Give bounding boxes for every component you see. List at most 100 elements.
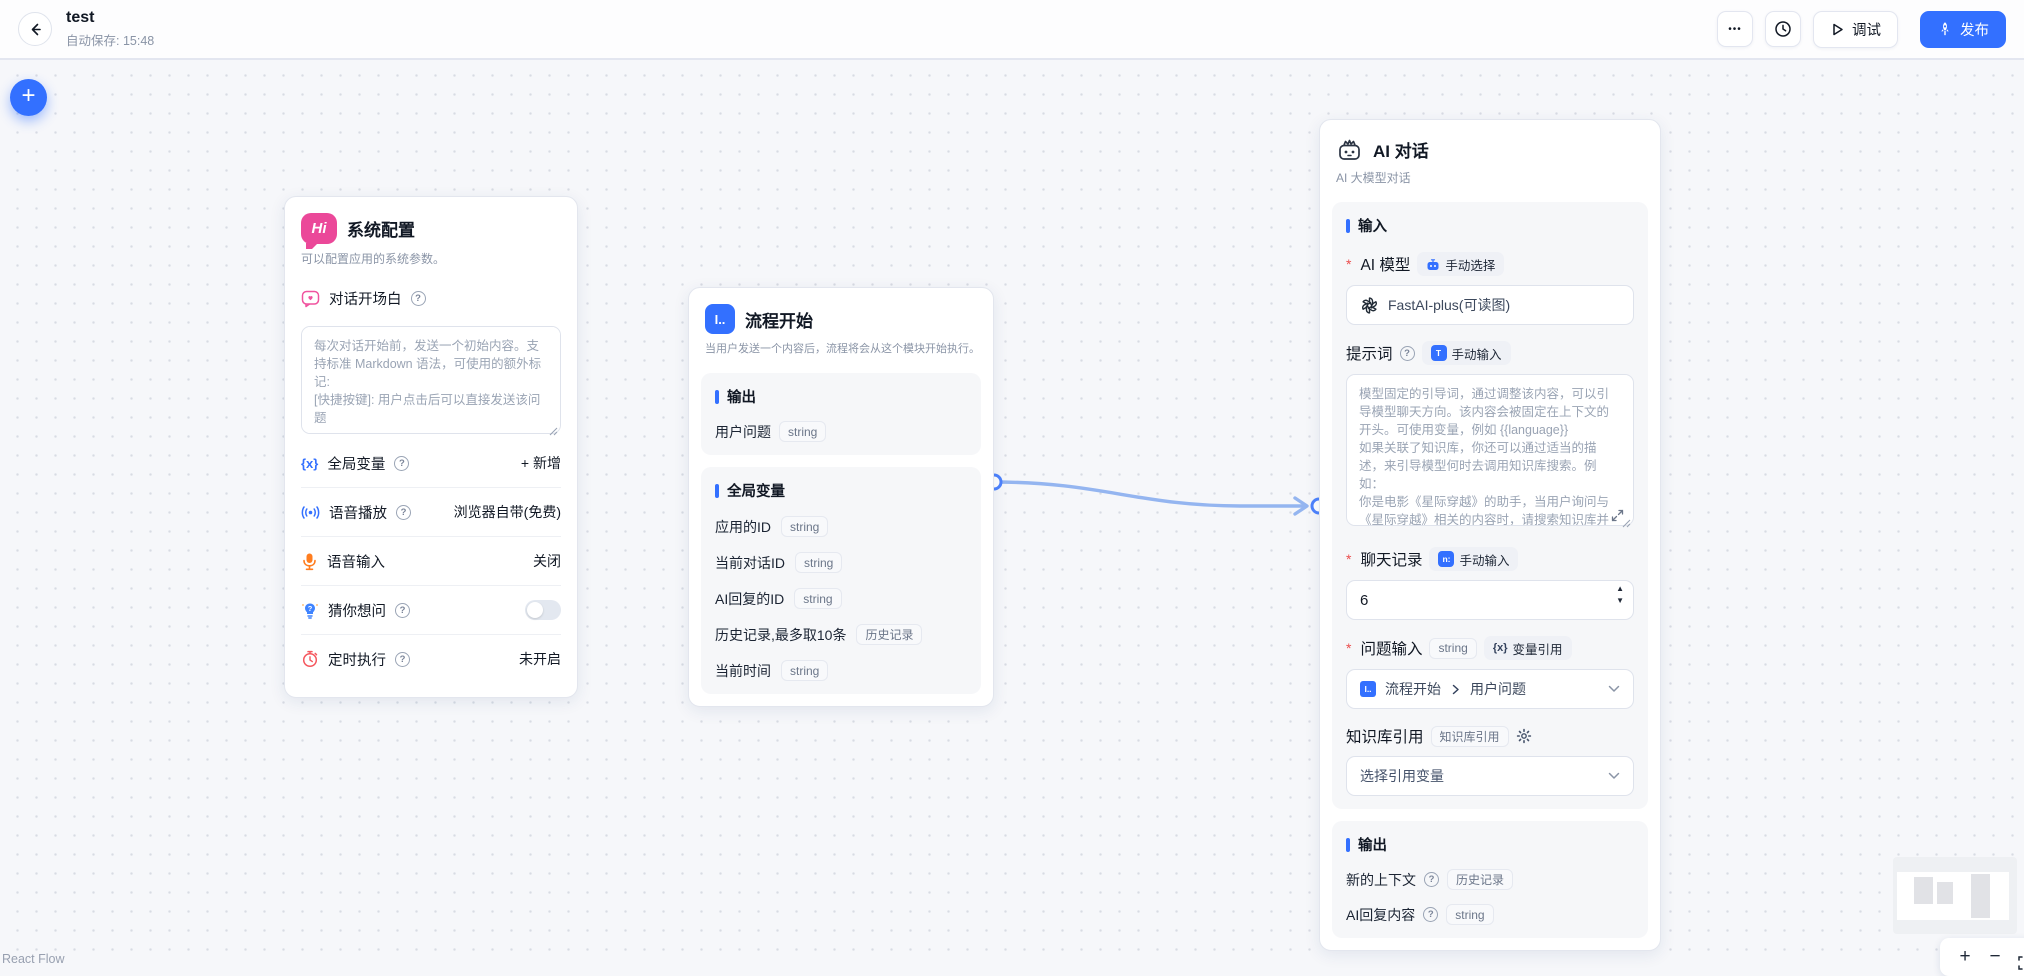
chevron-right-icon bbox=[1450, 684, 1461, 695]
flow-start-icon: I.. bbox=[705, 304, 735, 334]
variables-label: 全局变量 bbox=[327, 453, 385, 474]
history-label: 聊天记录 bbox=[1360, 548, 1422, 570]
kb-placeholder: 选择引用变量 bbox=[1360, 766, 1444, 786]
flow-start-ref-icon: I.. bbox=[1360, 681, 1376, 697]
global-var-label: 历史记录,最多取10条 bbox=[715, 625, 846, 645]
answer-label: AI回复内容 bbox=[1346, 905, 1415, 925]
tts-value[interactable]: 浏览器自带(免费) bbox=[454, 502, 561, 522]
question-mode-label: 变量引用 bbox=[1513, 639, 1563, 658]
schedule-label: 定时执行 bbox=[328, 649, 386, 670]
minimap-node bbox=[1971, 874, 1990, 918]
kb-label: 知识库引用 bbox=[1346, 725, 1424, 747]
bulb-question-icon: ? bbox=[301, 601, 319, 620]
help-icon[interactable]: ? bbox=[411, 291, 426, 306]
fit-view-button[interactable] bbox=[2010, 945, 2024, 970]
model-value: FastAI-plus(可读图) bbox=[1388, 295, 1510, 315]
help-icon[interactable]: ? bbox=[395, 603, 410, 618]
variables-icon: {x} bbox=[301, 456, 318, 471]
question-field: 用户问题 bbox=[1470, 679, 1526, 699]
system-config-icon: Hi bbox=[301, 213, 337, 244]
help-icon[interactable]: ? bbox=[1424, 872, 1439, 887]
output-row: AI回复内容 ? string bbox=[1346, 904, 1634, 925]
stepper-up-icon[interactable]: ▲ bbox=[1616, 585, 1624, 593]
resize-handle-icon[interactable] bbox=[549, 427, 558, 436]
type-badge: string bbox=[779, 421, 826, 442]
minimap[interactable] bbox=[1893, 857, 2017, 934]
history-value-field[interactable] bbox=[1347, 581, 1633, 619]
guess-toggle[interactable] bbox=[525, 600, 561, 620]
text-input-icon: T bbox=[1431, 345, 1447, 361]
more-icon: ••• bbox=[1728, 24, 1742, 35]
type-badge: string bbox=[794, 588, 841, 609]
chat-heart-icon bbox=[301, 289, 320, 308]
voice-play-icon bbox=[301, 505, 320, 520]
stt-label: 语音输入 bbox=[327, 551, 385, 572]
node-ai-chat[interactable]: AI 对话 AI 大模型对话 输入 * AI 模型 手动选择 bbox=[1319, 119, 1661, 951]
node-flow-start[interactable]: I.. 流程开始 当用户发送一个内容后，流程将会从这个模块开始执行。 输出 用户… bbox=[688, 287, 994, 707]
output-row: 用户问题 string bbox=[715, 421, 967, 442]
top-bar: test 自动保存: 15:48 ••• 调试 发布 bbox=[0, 0, 2024, 60]
model-select[interactable]: FastAI-plus(可读图) bbox=[1346, 285, 1634, 325]
prompt-textarea[interactable] bbox=[1346, 374, 1634, 526]
back-button[interactable] bbox=[18, 12, 52, 46]
tts-row: 语音播放 ? 浏览器自带(免费) bbox=[301, 488, 561, 536]
minimap-node bbox=[1937, 882, 1953, 904]
variable-ref-icon: {x} bbox=[1493, 642, 1508, 654]
guess-label: 猜你想问 bbox=[328, 600, 386, 621]
debug-button[interactable]: 调试 bbox=[1813, 11, 1898, 48]
history-mode-badge[interactable]: n: 手动输入 bbox=[1429, 547, 1518, 571]
debug-label: 调试 bbox=[1852, 19, 1881, 40]
welcome-textarea[interactable] bbox=[301, 326, 561, 434]
model-label: AI 模型 bbox=[1360, 253, 1410, 275]
more-button[interactable]: ••• bbox=[1717, 11, 1753, 47]
globals-section-header: 全局变量 bbox=[727, 480, 785, 501]
type-badge: string bbox=[1429, 638, 1476, 659]
zoom-out-button[interactable]: − bbox=[1980, 939, 2010, 975]
output-row: 新的上下文 ? 历史记录 bbox=[1346, 869, 1634, 890]
zoom-in-button[interactable]: + bbox=[1950, 939, 1980, 975]
node-title: 流程开始 bbox=[745, 307, 813, 332]
robot-small-icon bbox=[1426, 258, 1440, 271]
question-reference-select[interactable]: I.. 流程开始 用户问题 bbox=[1346, 669, 1634, 709]
type-badge: 知识库引用 bbox=[1431, 726, 1509, 747]
kb-reference-select[interactable]: 选择引用变量 bbox=[1346, 756, 1634, 796]
timer-icon bbox=[301, 650, 319, 668]
flow-canvas[interactable]: + Hi 系统配置 可以配置应用的系统参数。 bbox=[0, 60, 2024, 962]
help-icon[interactable]: ? bbox=[396, 505, 411, 520]
number-input-icon: n: bbox=[1438, 551, 1454, 567]
stepper-down-icon[interactable]: ▼ bbox=[1616, 597, 1624, 605]
robot-icon bbox=[1336, 136, 1363, 163]
schedule-value[interactable]: 未开启 bbox=[519, 649, 561, 669]
question-source: 流程开始 bbox=[1385, 679, 1441, 699]
help-icon[interactable]: ? bbox=[394, 456, 409, 471]
prompt-mode-label: 手动输入 bbox=[1452, 344, 1502, 363]
flow-edge[interactable] bbox=[994, 482, 1305, 506]
question-mode-badge[interactable]: {x} 变量引用 bbox=[1484, 636, 1572, 660]
node-system-config[interactable]: Hi 系统配置 可以配置应用的系统参数。 对话开场白 ? bbox=[284, 196, 578, 698]
tts-label: 语音播放 bbox=[329, 502, 387, 523]
play-icon bbox=[1830, 22, 1845, 37]
stt-value[interactable]: 关闭 bbox=[533, 551, 561, 571]
output-section-header: 输出 bbox=[1358, 834, 1387, 855]
global-var-row: 应用的ID string bbox=[715, 516, 967, 537]
history-number-input[interactable]: ▲ ▼ bbox=[1346, 580, 1634, 620]
global-var-label: 当前对话ID bbox=[715, 553, 785, 573]
prompt-mode-badge[interactable]: T 手动输入 bbox=[1422, 341, 1511, 365]
help-icon[interactable]: ? bbox=[1400, 346, 1415, 361]
required-asterisk: * bbox=[1346, 640, 1351, 656]
type-badge: string bbox=[781, 516, 828, 537]
global-var-row: AI回复的ID string bbox=[715, 588, 967, 609]
resize-handle-icon[interactable] bbox=[1622, 519, 1631, 528]
global-var-row: 当前对话ID string bbox=[715, 552, 967, 573]
model-mode-badge[interactable]: 手动选择 bbox=[1417, 252, 1504, 276]
zoom-controls: + − bbox=[1940, 938, 2024, 976]
context-label: 新的上下文 bbox=[1346, 870, 1416, 890]
add-node-button[interactable]: + bbox=[10, 79, 47, 116]
publish-button[interactable]: 发布 bbox=[1920, 11, 2006, 48]
help-icon[interactable]: ? bbox=[395, 652, 410, 667]
gear-icon[interactable] bbox=[1516, 728, 1532, 744]
section-bar bbox=[715, 390, 719, 404]
add-variable-button[interactable]: + 新增 bbox=[521, 453, 561, 473]
help-icon[interactable]: ? bbox=[1423, 907, 1438, 922]
history-button[interactable] bbox=[1765, 11, 1801, 47]
